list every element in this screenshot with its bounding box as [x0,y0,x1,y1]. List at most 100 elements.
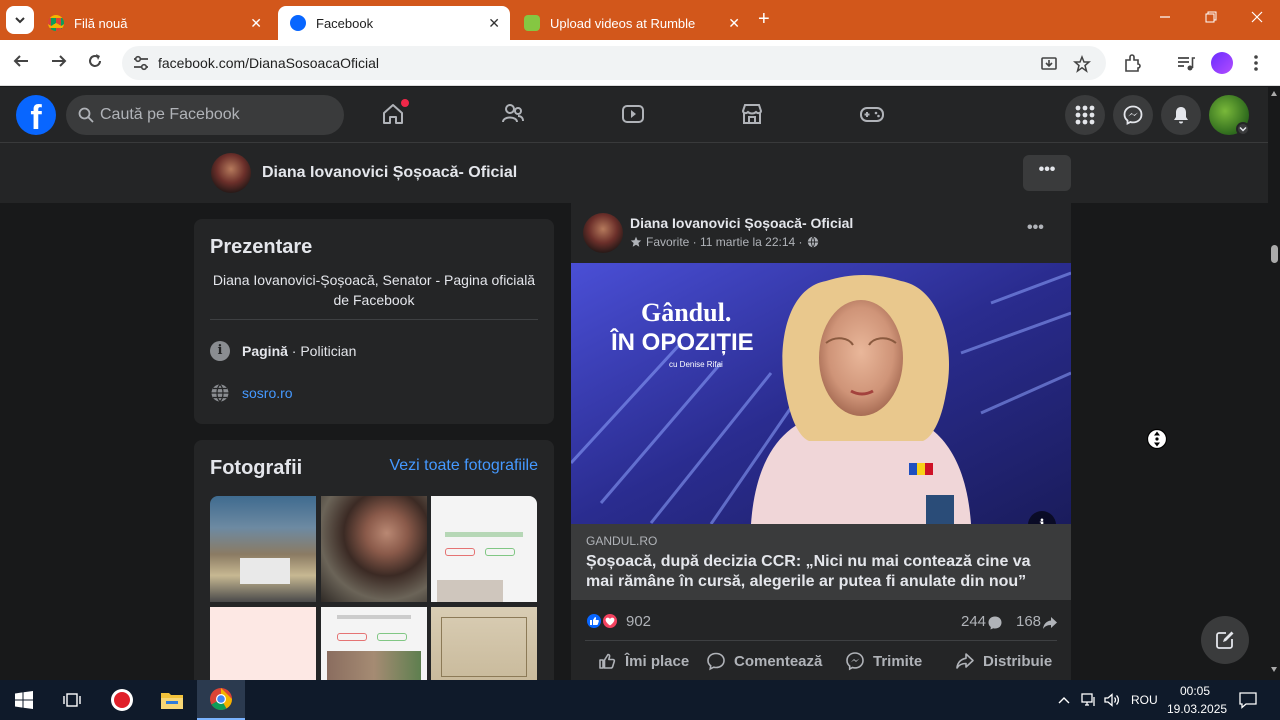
facebook-logo[interactable]: f [16,95,56,135]
send-button[interactable]: Trimite [845,651,922,671]
website-link[interactable]: sosro.ro [242,385,293,401]
tab-facebook[interactable]: Facebook ✕ [278,6,510,40]
install-app-icon[interactable] [1040,55,1058,73]
page-name[interactable]: Diana Iovanovici Șoșoacă- Oficial [262,164,517,182]
page-scrollbar[interactable] [1268,87,1280,680]
like-button[interactable]: Îmi place [597,651,689,671]
chevron-up-icon[interactable] [1057,694,1071,706]
video-icon[interactable] [620,101,646,127]
site-settings-icon[interactable] [132,54,150,72]
share-button[interactable]: Distribuie [955,651,1052,671]
show-title: ÎN OPOZIȚIE [610,328,754,356]
photo-detail [445,548,475,556]
scrollbar-thumb[interactable] [1271,245,1278,263]
messenger-button[interactable] [1113,95,1153,135]
photo-thumbnail[interactable] [321,496,427,602]
task-view-button[interactable] [48,680,96,720]
scroll-up-arrow[interactable] [1271,91,1277,96]
input-language[interactable]: ROU [1131,693,1158,707]
photos-heading: Fotografii [210,457,303,479]
link-domain: GANDUL.RO [586,534,658,548]
url-text: facebook.com/DianaSosoacaOficial [158,55,380,71]
profile-avatar[interactable] [1211,52,1233,74]
facebook-search[interactable] [66,95,344,135]
heart-icon [605,617,615,626]
search-input[interactable] [100,95,336,135]
photo-thumbnail[interactable] [210,496,316,602]
volume-icon[interactable] [1103,691,1121,709]
comment-button[interactable]: Comentează [706,651,822,671]
post-options-button[interactable]: ••• [1027,219,1044,237]
see-all-photos-link[interactable]: Vezi toate fotografiile [389,457,538,475]
start-button[interactable] [0,680,48,720]
reaction-count[interactable]: 902 [626,613,651,630]
gaming-icon[interactable] [859,101,885,127]
notification-center-icon[interactable] [1238,690,1258,710]
comment-icon [707,652,725,671]
restore-button[interactable] [1196,8,1226,30]
close-tab-icon[interactable]: ✕ [728,15,740,31]
bell-icon [1174,107,1188,124]
post-author-avatar[interactable] [583,213,623,253]
star-icon [630,236,642,247]
new-tab-button[interactable]: + [758,8,770,30]
show-brand: Gândul. [641,298,731,327]
friends-icon[interactable] [500,101,526,127]
like-label: Îmi place [625,652,690,670]
home-notification-dot [401,99,409,107]
share-icon [956,653,974,669]
clock-date[interactable]: 19.03.2025 [1167,702,1227,716]
address-bar[interactable]: facebook.com/DianaSosoacaOficial [122,46,1106,80]
new-message-button[interactable] [1201,616,1249,664]
link-preview[interactable]: GANDUL.RO Șoșoacă, după decizia CCR: „Ni… [571,524,1071,600]
chrome-app[interactable] [197,680,245,720]
forward-button[interactable] [48,52,70,74]
recorder-app[interactable] [98,680,146,720]
notifications-button[interactable] [1161,95,1201,135]
clock-time[interactable]: 00:05 [1180,684,1210,698]
tab-new-tab[interactable]: Filă nouă ✕ [36,6,272,40]
file-explorer-app[interactable] [148,680,196,720]
facebook-icon [290,15,306,31]
share-label: Distribuie [983,652,1053,670]
close-tab-icon[interactable]: ✕ [488,15,500,31]
page-header: Diana Iovanovici Șoșoacă- Oficial ••• [0,143,1268,203]
windows-taskbar: ROU 00:05 19.03.2025 [0,680,1280,720]
send-label: Trimite [873,652,923,670]
tab-rumble[interactable]: Upload videos at Rumble ✕ [512,6,750,40]
link-title[interactable]: Șoșoacă, după decizia CCR: „Nici nu mai … [586,552,1056,592]
post-meta-text[interactable]: Favorite · 11 martie la 22:14 · [646,235,803,249]
intro-card: Prezentare Diana Iovanovici-Șoșoacă, Sen… [194,219,554,424]
back-button[interactable] [10,52,32,74]
photo-detail [240,558,290,584]
minimize-button[interactable] [1150,8,1180,30]
menu-button[interactable] [1065,95,1105,135]
post-author-name[interactable]: Diana Iovanovici Șoșoacă- Oficial [630,215,853,231]
network-icon[interactable] [1080,691,1098,709]
reload-button[interactable] [84,52,106,74]
page-avatar[interactable] [211,153,251,193]
photos-card: Fotografii Vezi toate fotografiile [194,440,554,700]
share-arrow-icon [1043,617,1057,629]
photo-detail [377,633,407,641]
more-vert-icon[interactable] [1245,52,1267,74]
share-count[interactable]: 168 [1016,613,1041,630]
extensions-icon[interactable] [1122,52,1144,74]
post-link-image[interactable]: Gândul. ÎN OPOZIȚIE cu Denise Rifai i [571,263,1071,524]
photo-thumbnail[interactable] [431,496,537,602]
account-chevron-icon[interactable] [1236,122,1250,136]
tab-search-button[interactable] [6,6,34,34]
close-tab-icon[interactable]: ✕ [250,15,262,31]
page-more-button[interactable]: ••• [1023,155,1071,191]
scroll-cursor-icon [1146,428,1168,450]
category-bold: Pagină [242,343,288,359]
task-view-icon [63,693,81,707]
media-control-icon[interactable] [1175,52,1197,74]
thumbs-up-icon [590,617,599,625]
star-icon[interactable] [1073,55,1091,73]
marketplace-icon[interactable] [739,101,765,127]
comment-count[interactable]: 244 [961,613,986,630]
tab-title: Filă nouă [74,15,128,31]
close-window-button[interactable] [1242,8,1272,30]
scroll-down-arrow[interactable] [1271,667,1277,672]
